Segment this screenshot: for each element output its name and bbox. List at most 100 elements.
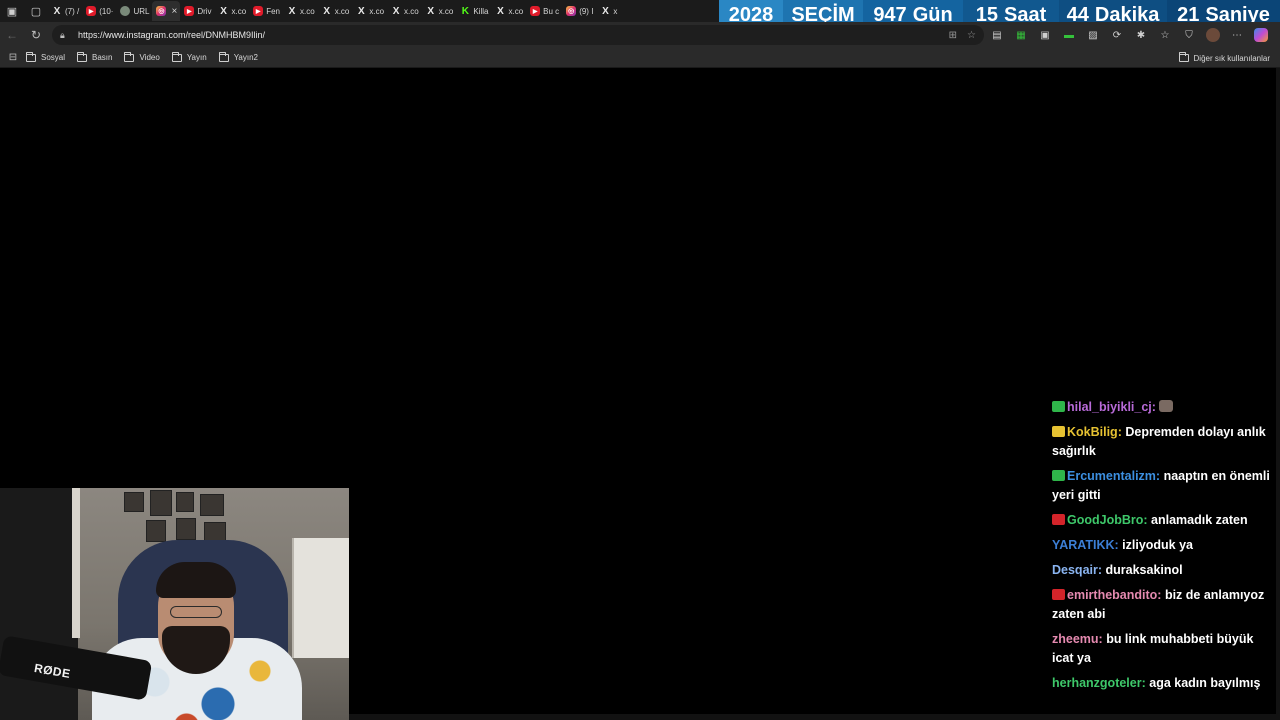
wall-photo [150, 490, 172, 516]
tab-label: x.co [438, 6, 454, 16]
extension-icon[interactable]: ▤ [990, 28, 1004, 42]
url-text[interactable]: https://www.instagram.com/reel/DNMHBM9Il… [78, 30, 265, 40]
address-bar[interactable]: 🔒︎ https://www.instagram.com/reel/DNMHBM… [52, 25, 984, 45]
folder-icon [26, 51, 36, 62]
youtube-icon: ▶ [184, 6, 195, 16]
tab[interactable]: ◎ × [152, 1, 181, 21]
streamer-glasses [170, 606, 222, 618]
tab[interactable]: Xx.co [215, 1, 250, 21]
tab-label: Fen [266, 6, 281, 16]
reload-icon[interactable]: ↻ [24, 23, 48, 47]
folder-icon [171, 51, 182, 62]
extension-green-icon[interactable]: ▦ [1014, 28, 1028, 42]
favorite-star-icon[interactable]: ☆ [967, 30, 976, 41]
favorites-icon[interactable]: ☆ [1158, 28, 1172, 42]
bookmark-folder[interactable]: Basın [77, 51, 113, 62]
screen: ▣ ▢ X (7) / ▶ (10· URL ◎ × ▶ Driv Xx.co ▶ Fen Xx.co X… [0, 0, 1280, 720]
tab[interactable]: Xx.co [387, 1, 422, 21]
chat-username: KokBilig: [1067, 425, 1122, 439]
chat-overlay: hilal_biyikli_cj: KokBilig: Depremden do… [1052, 398, 1274, 699]
chat-username: hilal_biyikli_cj: [1067, 400, 1156, 414]
extension-image-icon[interactable]: ▨ [1086, 28, 1100, 42]
bookmark-label: Yayın [186, 53, 207, 62]
back-icon[interactable]: ← [0, 23, 24, 47]
extensions-puzzle-icon[interactable]: ✱ [1134, 28, 1148, 42]
tab[interactable]: Xx.co [492, 1, 527, 21]
bookmark-label: Video [139, 53, 160, 62]
tab-actions-icon[interactable]: ▢ [24, 0, 48, 22]
tab-label: x.co [300, 6, 315, 16]
copilot-icon[interactable] [1254, 28, 1268, 42]
bookmark-folder[interactable]: Sosyal [26, 51, 66, 62]
tab-label: Driv [197, 6, 212, 16]
webcam-door-edge [72, 488, 80, 638]
chat-message: emirthebandito: biz de anlamıyoz zaten a… [1052, 586, 1274, 624]
close-tab-icon[interactable]: × [171, 6, 177, 17]
lock-icon[interactable]: 🔒︎ [60, 30, 72, 41]
more-menu-icon[interactable]: ⋯ [1230, 28, 1244, 42]
chat-badge-icon [1052, 426, 1065, 437]
x-icon: X [602, 5, 609, 17]
chat-message: GoodJobBro: anlamadık zaten [1052, 511, 1274, 530]
x-icon: X [358, 5, 365, 17]
tab[interactable]: Xx.co [318, 1, 353, 21]
chat-message: herhanzgoteler: aga kadın bayılmış [1052, 674, 1274, 693]
chat-username: YARATIKK: [1052, 538, 1119, 552]
bookmarks-bar: ⊟ Sosyal Basın Video Yayın Yayın2 Diğer sık … [0, 48, 1280, 68]
chat-text: aga kadın bayılmış [1149, 676, 1261, 690]
x-icon: X [220, 5, 227, 17]
tab-label: URL [133, 6, 150, 16]
tab[interactable]: K Killa [456, 1, 491, 21]
extension-battery-icon[interactable]: ▬ [1062, 28, 1076, 42]
chat-message: Ercumentalizm: naaptın en önemli yeri gi… [1052, 467, 1274, 505]
chat-username: Desqair: [1052, 563, 1103, 577]
wall-photo [176, 518, 196, 540]
site-icon [120, 6, 131, 16]
chat-username: GoodJobBro: [1067, 513, 1148, 527]
bookmarks-toggle-icon[interactable]: ⊟ [0, 46, 26, 70]
tab[interactable]: Xx [596, 1, 620, 21]
chat-text: anlamadık zaten [1151, 513, 1248, 527]
tab[interactable]: ▶ Bu c [526, 1, 562, 21]
kick-icon: K [461, 5, 469, 17]
tab[interactable]: X (7) / [48, 1, 82, 21]
bookmark-label: Yayın2 [233, 53, 258, 62]
chat-message: zheemu: bu link muhabbeti büyük icat ya [1052, 630, 1274, 668]
bookmark-folder[interactable]: Yayın [171, 51, 207, 62]
chat-badge-icon [1052, 589, 1065, 600]
tab-label: x.co [334, 6, 350, 16]
tab[interactable]: ▶ Driv [180, 1, 214, 21]
tab[interactable]: Xx.co [422, 1, 457, 21]
profile-avatar-icon[interactable] [1206, 28, 1220, 42]
bookmark-folder[interactable]: Video [124, 51, 160, 62]
tab[interactable]: ◎ (9) I [562, 1, 596, 21]
tab[interactable]: Xx.co [352, 1, 387, 21]
bookmark-label: Basın [92, 53, 113, 62]
other-bookmarks[interactable]: Diğer sık kullanılanlar [1178, 48, 1270, 68]
tab[interactable]: ▶ Fen [249, 1, 283, 21]
app-available-icon[interactable]: ⊞ [949, 30, 957, 41]
bookmarks-list: Sosyal Basın Video Yayın Yayın2 [26, 51, 270, 62]
extension-refresh-icon[interactable]: ⟳ [1110, 28, 1124, 42]
chat-message: hilal_biyikli_cj: [1052, 398, 1274, 417]
other-bookmarks-label: Diğer sık kullanılanlar [1193, 53, 1270, 63]
tab-label: x.co [231, 6, 247, 16]
bookmark-label: Sosyal [41, 53, 66, 62]
wall-photo [200, 494, 224, 516]
address-bar-actions: ⊞ ☆ [949, 25, 976, 45]
x-icon: X [288, 5, 296, 17]
folder-icon [124, 51, 135, 62]
tab-label: (10· [99, 6, 114, 16]
tab[interactable]: Xx.co [283, 1, 318, 21]
tab-label: Killa [473, 6, 489, 16]
workspaces-icon[interactable]: ▣ [0, 0, 24, 22]
bookmark-folder[interactable]: Yayın2 [218, 51, 258, 62]
tab[interactable]: ▶ (10· [82, 1, 116, 21]
tab-label: x.co [369, 6, 385, 16]
webcam-overlay: RØDE [0, 488, 349, 720]
browser-essentials-icon[interactable]: ⛉ [1182, 28, 1196, 42]
vertical-scrollbar[interactable] [1276, 68, 1280, 714]
chat-username: emirthebandito: [1067, 588, 1162, 602]
tab[interactable]: URL [116, 1, 152, 21]
extension-box-icon[interactable]: ▣ [1038, 28, 1052, 42]
